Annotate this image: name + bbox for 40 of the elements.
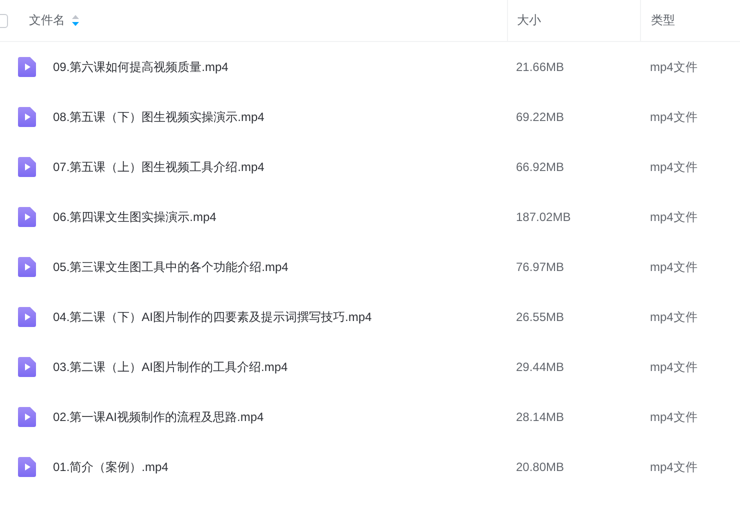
video-file-icon — [17, 457, 37, 477]
file-name[interactable]: 03.第二课（上）AI图片制作的工具介绍.mp4 — [53, 358, 288, 376]
file-name[interactable]: 01.简介（案例）.mp4 — [53, 458, 168, 476]
file-size: 29.44MB — [516, 360, 564, 374]
sort-icon[interactable] — [72, 15, 79, 26]
file-size: 26.55MB — [516, 310, 564, 324]
video-file-icon — [17, 107, 37, 127]
file-type: mp4文件 — [650, 58, 698, 76]
file-name[interactable]: 07.第五课（上）图生视频工具介绍.mp4 — [53, 158, 264, 176]
file-type: mp4文件 — [650, 308, 698, 326]
file-name[interactable]: 02.第一课AI视频制作的流程及思路.mp4 — [53, 408, 264, 426]
video-file-icon — [17, 307, 37, 327]
file-name[interactable]: 05.第三课文生图工具中的各个功能介绍.mp4 — [53, 258, 288, 276]
video-file-icon — [17, 157, 37, 177]
file-size: 21.66MB — [516, 60, 564, 74]
column-header[interactable]: 文件名 — [29, 12, 65, 29]
file-type: mp4文件 — [650, 208, 698, 226]
video-file-icon — [17, 407, 37, 427]
file-type: mp4文件 — [650, 258, 698, 276]
video-file-icon — [17, 57, 37, 77]
file-size: 66.92MB — [516, 160, 564, 174]
file-name[interactable]: 09.第六课如何提高视频质量.mp4 — [53, 58, 228, 76]
file-type: mp4文件 — [650, 408, 698, 426]
video-file-icon — [17, 357, 37, 377]
file-size: 69.22MB — [516, 110, 564, 124]
file-size: 76.97MB — [516, 260, 564, 274]
column-header[interactable]: 类型 — [651, 12, 675, 29]
file-type: mp4文件 — [650, 158, 698, 176]
file-name[interactable]: 08.第五课（下）图生视频实操演示.mp4 — [53, 108, 264, 126]
file-type: mp4文件 — [650, 358, 698, 376]
video-file-icon — [17, 207, 37, 227]
file-name[interactable]: 04.第二课（下）AI图片制作的四要素及提示词撰写技巧.mp4 — [53, 308, 372, 326]
file-type: mp4文件 — [650, 108, 698, 126]
video-file-icon — [17, 257, 37, 277]
column-header[interactable]: 大小 — [517, 12, 541, 29]
file-type: mp4文件 — [650, 458, 698, 476]
file-size: 187.02MB — [516, 210, 571, 224]
file-name[interactable]: 06.第四课文生图实操演示.mp4 — [53, 208, 216, 226]
file-size: 28.14MB — [516, 410, 564, 424]
file-size: 20.80MB — [516, 460, 564, 474]
